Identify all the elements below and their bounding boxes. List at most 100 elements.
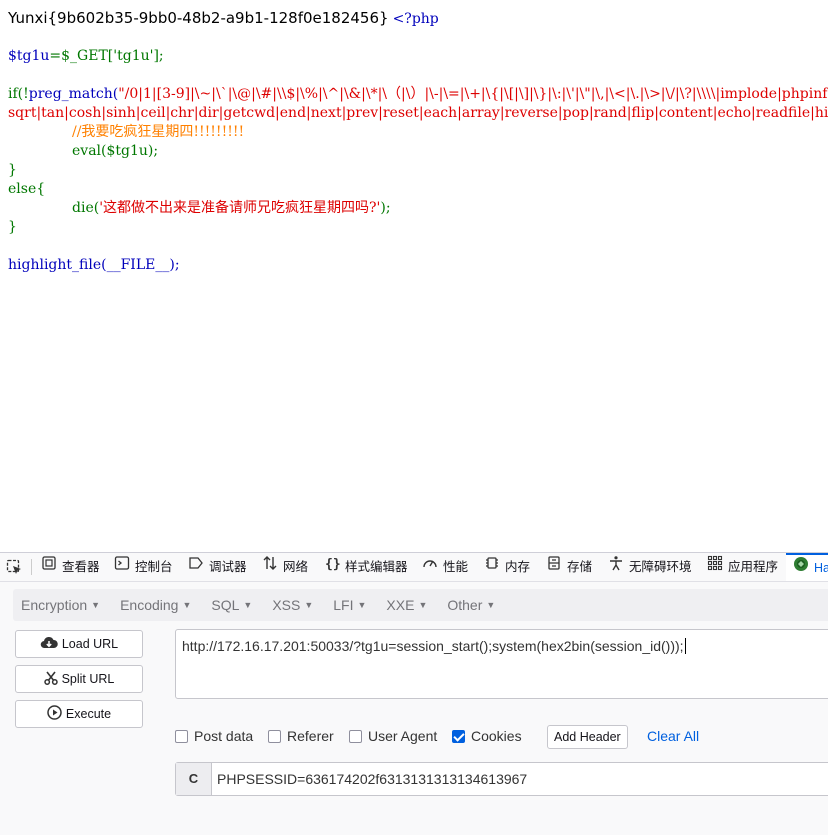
tab-application[interactable]: 应用程序 <box>707 553 778 581</box>
tab-accessibility[interactable]: 无障碍环境 <box>608 553 692 581</box>
play-circle-icon <box>47 705 66 723</box>
tab-label: 控制台 <box>135 560 173 574</box>
application-icon <box>707 553 728 581</box>
menu-encryption[interactable]: Encryption ▼ <box>21 597 100 613</box>
tab-label: 样式编辑器 <box>345 560 408 574</box>
post-data-label: Post data <box>194 728 254 744</box>
menu-label: XSS <box>272 597 301 613</box>
console-icon <box>114 553 135 581</box>
menu-other[interactable]: Other ▼ <box>447 597 495 613</box>
cookie-input[interactable]: PHPSESSID=636174202f6313131313134613967 <box>217 763 527 795</box>
code-line-die: die('这都做不出来是准备请师兄吃疯狂星期四吗?'); <box>72 199 391 218</box>
flag-value: Yunxi{9b602b35-9bb0-48b2-a9b1-128f0e1824… <box>8 9 389 27</box>
code-line-comment: //我要吃疯狂星期四!!!!!!!!! <box>72 123 244 142</box>
split-url-button[interactable]: Split URL <box>15 665 143 693</box>
load-url-button[interactable]: Load URL <box>15 630 143 658</box>
url-value: http://172.16.17.201:50033/?tg1u=session… <box>182 638 684 654</box>
caret-down-icon: ▼ <box>486 600 496 610</box>
tab-storage[interactable]: 存储 <box>546 553 592 581</box>
menu-xxe[interactable]: XXE ▼ <box>386 597 427 613</box>
caret-down-icon: ▼ <box>182 600 192 610</box>
code-regex-part1: "/0|1|[3-9]|\~|\`|\@|\#|\\$|\%|\^|\&|\*|… <box>118 86 828 102</box>
menu-label: SQL <box>211 597 240 613</box>
code-var: $tg1u <box>8 48 50 64</box>
code-else: else{ <box>8 181 46 197</box>
code-preg-match: preg_match( <box>28 86 119 102</box>
clear-all-link[interactable]: Clear All <box>647 728 699 744</box>
referer-checkbox[interactable] <box>268 729 281 743</box>
code-line-close2: } <box>8 218 17 237</box>
code-die-string: '这都做不出来是准备请师兄吃疯狂星期四吗?' <box>99 200 381 216</box>
tab-console[interactable]: 控制台 <box>114 553 173 581</box>
menu-lfi[interactable]: LFI ▼ <box>333 597 366 613</box>
add-header-button[interactable]: Add Header <box>547 725 628 749</box>
code-line-else: else{ <box>8 180 45 199</box>
tab-performance[interactable]: 性能 <box>422 553 468 581</box>
code-line-highlight: highlight_file(__FILE__); <box>8 256 180 275</box>
user-agent-checkbox[interactable] <box>349 729 362 743</box>
execute-button[interactable]: Execute <box>15 700 143 728</box>
referer-label: Referer <box>287 728 334 744</box>
menu-label: Other <box>447 597 483 613</box>
tab-label: 查看器 <box>62 560 100 574</box>
cookies-option[interactable]: Cookies <box>452 728 522 744</box>
code-comment: //我要吃疯狂星期四!!!!!!!!! <box>72 124 245 140</box>
accessibility-icon <box>608 553 629 581</box>
scissors-icon <box>43 671 62 688</box>
tab-memory[interactable]: 内存 <box>484 553 530 581</box>
code-close-brace: } <box>8 219 17 235</box>
devtools-panel: 查看器 控制台 调试器 网络 {} 样式编辑器 性能 内存 存储 无障碍环境 应… <box>0 552 828 835</box>
code-die-func: die( <box>72 200 100 216</box>
text-caret <box>684 638 686 654</box>
caret-down-icon: ▼ <box>418 600 428 610</box>
code-line-regex-wrap: sqrt|tan|cosh|sinh|ceil|chr|dir|getcwd|e… <box>8 104 828 123</box>
post-data-option[interactable]: Post data <box>175 728 253 744</box>
tab-label: 存储 <box>567 560 593 574</box>
tab-network[interactable]: 网络 <box>262 553 308 581</box>
post-data-checkbox[interactable] <box>175 729 188 743</box>
cookies-label: Cookies <box>471 728 522 744</box>
performance-icon <box>422 553 443 581</box>
menu-label: Encryption <box>21 597 88 613</box>
user-agent-option[interactable]: User Agent <box>349 728 437 744</box>
tab-label: 应用程序 <box>728 560 779 574</box>
tab-debugger[interactable]: 调试器 <box>188 553 247 581</box>
cloud-download-icon <box>40 636 62 653</box>
menu-sql[interactable]: SQL ▼ <box>211 597 252 613</box>
code-line-assign: $tg1u=$_GET['tg1u']; <box>8 47 164 66</box>
cookie-badge: C <box>176 763 212 795</box>
tab-inspector[interactable]: 查看器 <box>41 553 100 581</box>
code-assign-rest: =$_GET['tg1u']; <box>49 48 164 64</box>
cookie-field: C PHPSESSID=636174202f631313131313461396… <box>175 762 828 796</box>
caret-down-icon: ▼ <box>357 600 367 610</box>
hackbar-menu: Encryption ▼ Encoding ▼ SQL ▼ XSS ▼ LFI ▼ XXE… <box>13 589 828 621</box>
inspector-icon <box>41 553 62 581</box>
code-regex-part2: sqrt|tan|cosh|sinh|ceil|chr|dir|getcwd|e… <box>8 105 828 121</box>
menu-label: Encoding <box>120 597 179 613</box>
tab-label: 内存 <box>505 560 531 574</box>
caret-down-icon: ▼ <box>243 600 253 610</box>
tab-style-editor[interactable]: {} 样式编辑器 <box>324 553 408 581</box>
menu-label: XXE <box>386 597 415 613</box>
php-open-tag: <?php <box>392 11 439 27</box>
hackbar-icon <box>793 554 814 581</box>
tab-hackbar[interactable]: Ha <box>786 553 828 581</box>
cookies-checkbox[interactable] <box>452 729 465 743</box>
code-line-close1: } <box>8 161 17 180</box>
caret-down-icon: ▼ <box>304 600 314 610</box>
debugger-icon <box>188 553 209 581</box>
menu-xss[interactable]: XSS ▼ <box>272 597 313 613</box>
url-input[interactable]: http://172.16.17.201:50033/?tg1u=session… <box>175 629 828 699</box>
tab-label: 调试器 <box>209 560 247 574</box>
menu-label: LFI <box>333 597 354 613</box>
split-url-label: Split URL <box>61 672 115 686</box>
code-highlight-file: highlight_file(__FILE__); <box>8 257 180 273</box>
execute-label: Execute <box>65 707 112 721</box>
storage-icon <box>546 553 567 581</box>
devtools-toolbar: 查看器 控制台 调试器 网络 {} 样式编辑器 性能 内存 存储 无障碍环境 应… <box>0 553 828 582</box>
tab-label: 网络 <box>283 560 309 574</box>
svg-text:{}: {} <box>325 557 340 571</box>
referer-option[interactable]: Referer <box>268 728 334 744</box>
menu-encoding[interactable]: Encoding ▼ <box>120 597 191 613</box>
element-picker-icon[interactable] <box>6 559 22 580</box>
